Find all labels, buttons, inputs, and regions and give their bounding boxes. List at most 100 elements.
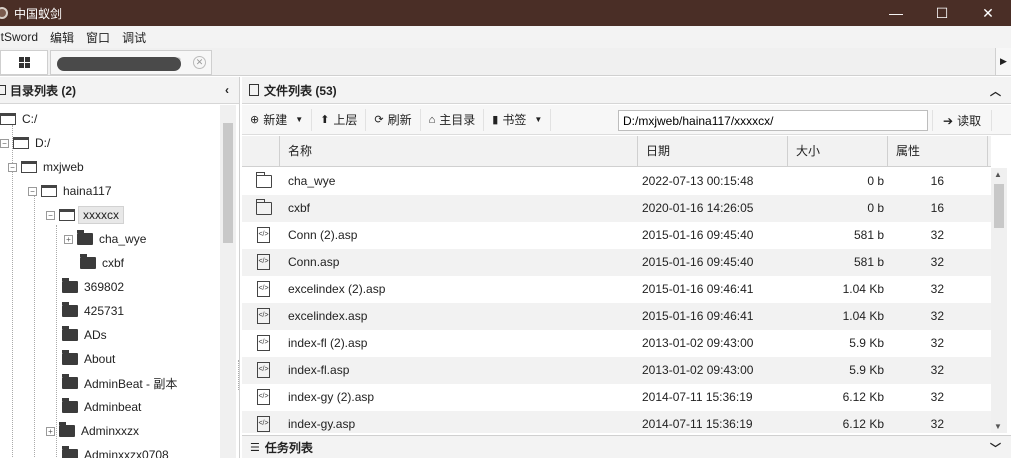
title-bar: 中国蚁剑 — ☐ ✕ [0,0,1011,26]
table-row[interactable]: </> index-fl (2).asp 2013-01-02 09:43:00… [242,330,991,357]
home-button[interactable]: ⌂ 主目录 [421,108,485,131]
tree-node-adminxxzx0708[interactable]: Adminxxzx0708 [62,443,169,458]
read-button[interactable]: ➔ 读取 [932,110,993,131]
tab-scroll-right-icon[interactable]: ▶ [995,48,1011,75]
tab-close-icon[interactable]: ✕ [193,56,206,69]
collapse-icon[interactable]: − [28,186,37,196]
tree-node-label: Adminxxzx0708 [84,448,169,458]
table-row[interactable]: </> excelindex.asp 2015-01-16 09:46:41 1… [242,303,991,330]
tree-node-haina117[interactable]: − haina117 [28,179,112,203]
scroll-down-icon[interactable]: ▼ [994,422,1002,431]
path-input[interactable] [618,110,928,131]
tree-node-xxxxcx[interactable]: − xxxxcx [46,203,124,227]
bookmark-icon: ▮ [492,114,499,126]
scrollbar-thumb[interactable] [223,123,233,243]
file-attr: 32 [930,228,944,242]
tab-shell[interactable]: 92 ✕ [50,50,212,75]
menu-window[interactable]: 窗口 [80,29,116,46]
table-row[interactable]: </> index-fl.asp 2013-01-02 09:43:00 5.9… [242,357,991,384]
folder-icon [62,398,78,413]
tree-node-mxjweb[interactable]: − mxjweb [8,155,84,179]
file-attr: 32 [930,255,944,269]
minimize-button[interactable]: — [873,0,919,26]
table-row[interactable]: </> Conn.asp 2015-01-16 09:45:40 581 b 3… [242,249,991,276]
tree-node-369802[interactable]: 369802 [62,275,124,299]
code-file-icon: </> [257,227,270,243]
window-title: 中国蚁剑 [14,6,63,21]
task-panel-header[interactable]: ☰ 任务列表 ﹀ [242,435,1011,458]
menu-antsword[interactable]: ntSword [0,30,44,44]
expand-icon[interactable]: + [46,426,55,436]
file-panel: 文件列表 (53) ︿ ⊕ 新建 ▼ ⬆ 上层 ⟳ 刷新 ⌂ 主目录 ▮ 书签 … [242,77,1011,458]
collapse-icon[interactable]: − [46,210,55,220]
file-name: excelindex.asp [288,309,368,323]
expand-icon[interactable]: + [64,234,73,244]
maximize-button[interactable]: ☐ [919,0,965,26]
directory-panel: 目录列表 (2) ‹ C:/ − D:/ − mxjweb − haina117… [0,77,240,458]
folder-icon [62,278,78,293]
column-size[interactable]: 大小 [788,136,888,167]
tree-node-425731[interactable]: 425731 [62,299,124,323]
chevron-up-icon[interactable]: ︿ [990,83,1001,99]
file-attr: 16 [930,174,944,188]
table-row[interactable]: </> index-gy (2).asp 2014-07-11 15:36:19… [242,384,991,411]
directory-panel-title: 目录列表 (2) [10,83,77,98]
code-file-icon: </> [257,308,270,324]
folder-open-icon [0,113,16,125]
tree-node-label: Adminbeat [84,400,142,414]
file-date: 2015-01-16 09:45:40 [642,255,754,269]
refresh-button[interactable]: ⟳ 刷新 [366,108,421,131]
tree-node-about[interactable]: About [62,347,115,371]
table-row[interactable]: </> index-gy.asp 2014-07-11 15:36:19 6.1… [242,411,991,433]
file-size: 1.04 Kb [842,282,884,296]
tree-node-label: C:/ [22,112,38,126]
tree-node-c-drive[interactable]: C:/ [0,107,37,131]
column-name[interactable]: 名称 [280,136,638,167]
file-attr: 16 [930,201,944,215]
new-button[interactable]: ⊕ 新建 ▼ [242,108,313,131]
collapse-icon[interactable]: − [0,138,9,148]
chevron-down-icon[interactable]: ﹀ [990,440,1001,456]
file-icon [249,84,259,96]
folder-icon [62,302,78,317]
tree-node-adminbeat[interactable]: Adminbeat [62,395,141,419]
code-file-icon: </> [257,335,270,351]
tree-node-label: xxxxcx [78,206,124,224]
chevron-left-icon[interactable]: ‹ [225,83,229,97]
directory-scrollbar[interactable] [220,105,236,458]
column-attr[interactable]: 属性 [888,136,988,167]
tree-node-label: cxbf [102,256,125,270]
tree-node-cxbf[interactable]: cxbf [80,251,124,275]
scroll-up-icon[interactable]: ▲ [994,170,1002,179]
file-date: 2013-01-02 09:43:00 [642,336,754,350]
table-row[interactable]: cha_wye 2022-07-13 00:15:48 0 b 16 [242,168,991,195]
table-row[interactable]: </> Conn (2).asp 2015-01-16 09:45:40 581… [242,222,991,249]
file-grid: cha_wye 2022-07-13 00:15:48 0 b 16 cxbf … [242,168,991,433]
scrollbar-thumb[interactable] [994,184,1004,228]
file-panel-header: 文件列表 (53) ︿ [242,77,1011,104]
file-grid-scrollbar[interactable]: ▲ ▼ [991,168,1007,433]
file-date: 2022-07-13 00:15:48 [642,174,754,188]
file-date: 2020-01-16 14:26:05 [642,201,754,215]
tree-node-adminxxzx[interactable]: + Adminxxzx [46,419,139,443]
menu-debug[interactable]: 调试 [116,29,152,46]
file-name: cha_wye [288,174,336,188]
tree-node-d-drive[interactable]: − D:/ [0,131,50,155]
bookmark-button[interactable]: ▮ 书签 ▼ [484,108,552,131]
menu-edit[interactable]: 编辑 [44,29,80,46]
tree-node-cha-wye[interactable]: + cha_wye [64,227,146,251]
up-button[interactable]: ⬆ 上层 [312,108,367,131]
file-attr: 32 [930,282,944,296]
table-row[interactable]: cxbf 2020-01-16 14:26:05 0 b 16 [242,195,991,222]
column-date[interactable]: 日期 [638,136,788,167]
file-name: index-fl (2).asp [288,336,368,350]
table-row[interactable]: </> excelindex (2).asp 2015-01-16 09:46:… [242,276,991,303]
tab-home[interactable] [0,50,48,75]
close-button[interactable]: ✕ [965,0,1011,26]
tree-node-adminbeat-copy[interactable]: AdminBeat - 副本 [62,371,177,395]
tree-node-ads[interactable]: ADs [62,323,107,347]
code-file-icon: </> [257,362,270,378]
panel-splitter[interactable] [238,360,241,390]
collapse-icon[interactable]: − [8,162,17,172]
tree-node-label: haina117 [63,184,112,198]
